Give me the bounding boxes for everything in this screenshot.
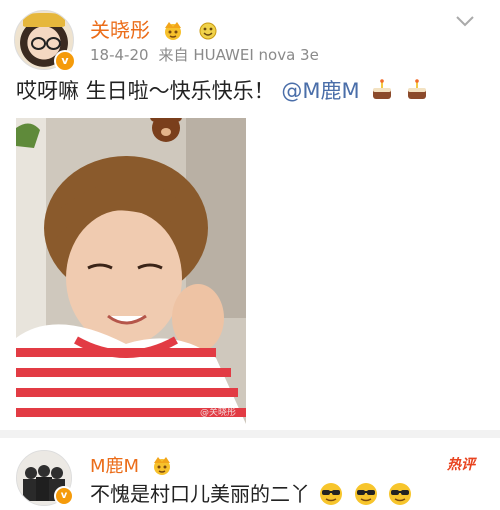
comment-author-row[interactable]: M鹿M <box>90 452 173 478</box>
author-name[interactable]: 关晓彤 <box>90 18 150 42</box>
verified-badge-icon: v <box>54 50 76 72</box>
post-photo[interactable]: @关晓彤 <box>16 118 246 424</box>
avatar-hat <box>23 13 65 27</box>
post-date: 18-4-20 <box>90 46 149 64</box>
verified-badge-icon: v <box>54 486 74 506</box>
section-divider <box>0 430 500 438</box>
hot-comment-badge: 热评 <box>447 457 475 473</box>
birthday-cake-icon <box>408 79 426 99</box>
post-source: 来自 HUAWEI nova 3e <box>158 46 319 64</box>
sunglasses-face-icon <box>389 483 412 505</box>
author-name-row[interactable]: 关晓彤 <box>90 14 219 43</box>
post-text-main: 哎呀嘛 生日啦～快乐快乐！ <box>16 79 275 103</box>
birthday-cake-icon <box>373 79 392 99</box>
smile-badge-icon <box>199 22 217 40</box>
comment-author-name[interactable]: M鹿M <box>90 456 139 477</box>
post-meta: 18-4-20 来自 HUAWEI nova 3e <box>90 44 329 65</box>
comment-text: 不愧是村口儿美丽的二丫 <box>90 482 310 506</box>
avatar-glasses <box>31 37 46 50</box>
sunglasses-face-icon <box>320 483 343 505</box>
sunglasses-face-icon <box>354 483 377 505</box>
mention-link[interactable]: @M鹿M <box>281 79 359 103</box>
comment-text-row: 不愧是村口儿美丽的二丫 <box>90 478 413 507</box>
photo-illustration <box>16 118 246 424</box>
crown-badge-icon <box>165 22 182 40</box>
crown-badge-icon <box>153 457 170 475</box>
chevron-down-icon[interactable] <box>455 14 475 28</box>
photo-watermark: @关晓彤 <box>199 408 236 418</box>
post-text: 哎呀嘛 生日啦～快乐快乐！ @M鹿M <box>16 78 429 104</box>
avatar-glasses <box>46 37 61 50</box>
